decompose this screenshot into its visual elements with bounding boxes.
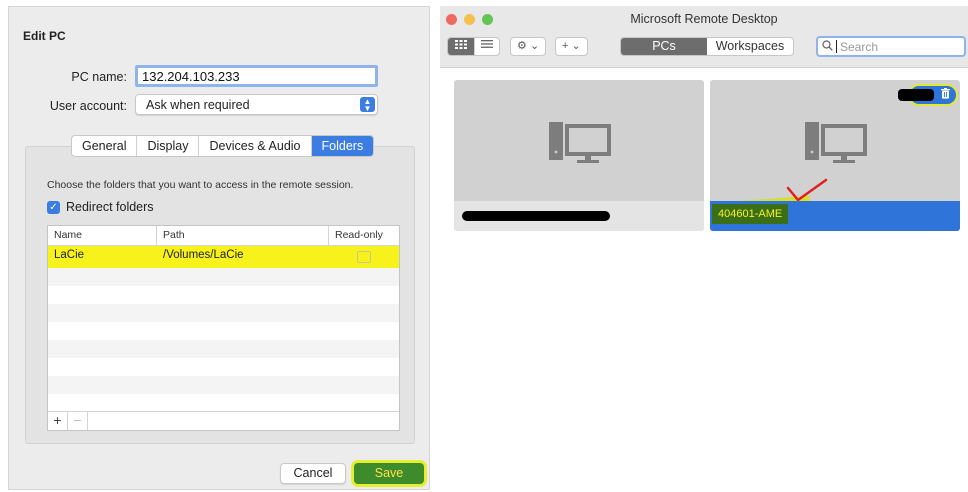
grid-view-icon bbox=[454, 40, 468, 52]
tab-strip: General Display Devices & Audio Folders bbox=[71, 135, 375, 157]
window-title: Microsoft Remote Desktop bbox=[630, 12, 778, 26]
redaction-mark bbox=[462, 211, 610, 221]
cancel-button[interactable]: Cancel bbox=[280, 463, 346, 484]
dialog-title: Edit PC bbox=[23, 29, 66, 43]
add-menu[interactable]: + ⌄ bbox=[555, 37, 588, 56]
remote-desktop-window: Microsoft Remote Desktop ⚙ ⌄ + ⌄ PCs Wor… bbox=[440, 6, 968, 490]
plus-icon: + bbox=[562, 40, 569, 52]
read-only-checkbox[interactable] bbox=[357, 251, 371, 263]
window-toolbar: Microsoft Remote Desktop ⚙ ⌄ + ⌄ PCs Wor… bbox=[440, 6, 968, 68]
gear-icon: ⚙ bbox=[517, 40, 527, 52]
table-row-empty bbox=[48, 376, 399, 394]
pc-tile[interactable] bbox=[454, 80, 704, 231]
table-row-empty bbox=[48, 268, 399, 286]
pc-label: 404601-AME bbox=[712, 204, 789, 224]
delete-pc-button[interactable] bbox=[898, 86, 956, 104]
folder-path-cell: /Volumes/LaCie bbox=[163, 249, 244, 261]
remove-folder-button[interactable]: − bbox=[68, 412, 88, 430]
table-row[interactable]: LaCie /Volumes/LaCie bbox=[48, 246, 399, 268]
chevron-down-icon: ⌄ bbox=[529, 40, 540, 52]
select-arrows-icon: ▲ ▼ bbox=[360, 97, 375, 113]
user-account-label: User account: bbox=[49, 99, 127, 113]
folder-name-cell: LaCie bbox=[54, 249, 85, 261]
list-view-button[interactable] bbox=[475, 38, 499, 55]
pc-name-input[interactable] bbox=[135, 65, 378, 87]
read-only-cell bbox=[329, 247, 399, 268]
tab-general[interactable]: General bbox=[72, 136, 138, 156]
search-placeholder: Search bbox=[840, 39, 879, 54]
chevron-down-icon: ⌄ bbox=[571, 40, 581, 52]
tab-devices-audio[interactable]: Devices & Audio bbox=[199, 136, 312, 156]
save-button[interactable]: Save bbox=[354, 463, 424, 484]
search-icon bbox=[822, 39, 833, 54]
desktop-computer-icon bbox=[547, 116, 611, 168]
folders-table: Name Path Read-only LaCie /Volumes/LaCie… bbox=[47, 225, 400, 431]
tab-display[interactable]: Display bbox=[137, 136, 200, 156]
list-view-icon bbox=[481, 40, 493, 52]
settings-menu[interactable]: ⚙ ⌄ bbox=[510, 37, 547, 56]
pc-tile-selected[interactable]: 404601-AME bbox=[710, 80, 960, 231]
table-row-empty bbox=[48, 394, 399, 412]
user-account-value: Ask when required bbox=[146, 98, 250, 112]
view-toggle bbox=[447, 37, 500, 56]
trash-icon bbox=[941, 88, 950, 102]
table-row-empty bbox=[48, 340, 399, 358]
table-footer: + − bbox=[48, 411, 399, 430]
table-header: Name Path Read-only bbox=[48, 226, 399, 246]
folders-description: Choose the folders that you want to acce… bbox=[47, 179, 354, 191]
column-header-read-only[interactable]: Read-only bbox=[329, 226, 399, 245]
text-cursor bbox=[836, 40, 837, 53]
tab-folders[interactable]: Folders bbox=[311, 136, 374, 156]
column-header-path[interactable]: Path bbox=[157, 226, 329, 245]
redaction-mark bbox=[898, 89, 934, 101]
pcs-workspaces-segmented-control: PCs Workspaces bbox=[620, 37, 794, 56]
pc-label-bar: 404601-AME bbox=[710, 201, 960, 231]
settings-button[interactable]: ⚙ ⌄ bbox=[511, 38, 545, 55]
table-row-empty bbox=[48, 322, 399, 340]
redirect-folders-label: Redirect folders bbox=[66, 200, 154, 214]
pc-name-label: PC name: bbox=[71, 70, 127, 84]
table-row-empty bbox=[48, 304, 399, 322]
table-row-empty bbox=[48, 358, 399, 376]
user-account-select[interactable]: Ask when required ▲ ▼ bbox=[135, 94, 378, 115]
tab-pcs[interactable]: PCs bbox=[621, 38, 707, 55]
column-header-name[interactable]: Name bbox=[48, 226, 157, 245]
grid-view-button[interactable] bbox=[448, 38, 475, 55]
search-input[interactable]: Search bbox=[816, 36, 966, 57]
redirect-folders-checkbox[interactable]: ✓ bbox=[47, 200, 60, 214]
redirect-folders-row[interactable]: ✓ Redirect folders bbox=[47, 200, 154, 214]
tab-workspaces[interactable]: Workspaces bbox=[707, 38, 793, 55]
table-row-empty bbox=[48, 286, 399, 304]
add-button[interactable]: + ⌄ bbox=[556, 38, 587, 55]
desktop-computer-icon bbox=[803, 116, 867, 168]
pc-label-bar bbox=[454, 201, 704, 231]
edit-pc-dialog: Edit PC PC name: User account: Ask when … bbox=[8, 6, 430, 490]
add-folder-button[interactable]: + bbox=[48, 412, 68, 430]
